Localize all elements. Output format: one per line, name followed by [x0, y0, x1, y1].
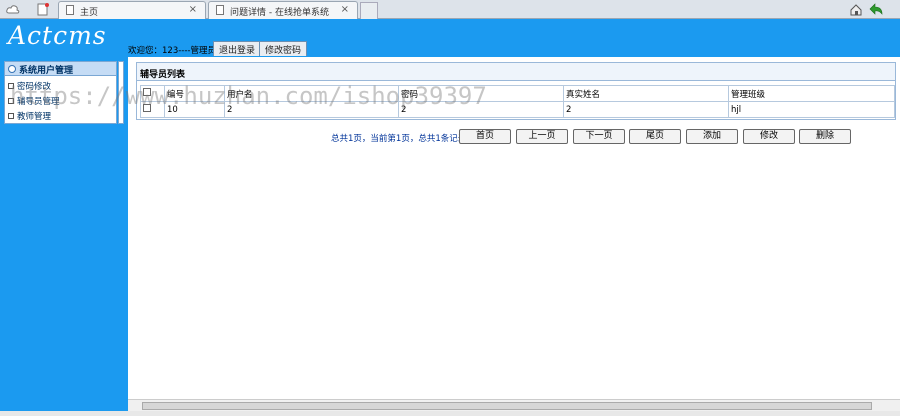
add-button[interactable]: 添加 — [686, 129, 738, 144]
sidebar-menu-header[interactable]: 系统用户管理 — [5, 62, 116, 76]
row-select-cell[interactable] — [140, 101, 165, 118]
page-icon — [216, 5, 224, 15]
counselor-table: 编号 用户名 密码 真实姓名 管理班级 10 2 2 2 hjl — [140, 85, 895, 118]
cell-username: 2 — [224, 101, 399, 118]
sidebar-item-counselors[interactable]: 辅导员管理 — [8, 95, 60, 107]
close-icon[interactable]: × — [341, 4, 349, 15]
table-header-row: 编号 用户名 密码 真实姓名 管理班级 — [140, 85, 895, 102]
pagination-info: 总共1页，当前第1页，总共1条记录 — [331, 134, 467, 144]
page-icon — [66, 5, 74, 15]
sidebar-item-teachers[interactable]: 教师管理 — [8, 110, 52, 122]
status-bar — [0, 411, 900, 416]
scrollbar-thumb[interactable] — [142, 402, 872, 410]
new-tab-button[interactable] — [360, 2, 378, 19]
next-page-button[interactable]: 下一页 — [573, 129, 625, 144]
column-header: 真实姓名 — [563, 85, 729, 102]
panel-title: 辅导员列表 — [140, 70, 186, 80]
home-icon[interactable] — [849, 3, 863, 16]
app-header: Actcms 欢迎您：123----管理员 退出登录 修改密码 — [0, 19, 900, 57]
close-icon[interactable]: × — [189, 4, 197, 15]
delete-button[interactable]: 删除 — [799, 129, 851, 144]
collapse-icon — [8, 65, 16, 73]
panel-header: 辅导员列表 — [137, 63, 895, 81]
sidebar-item-password[interactable]: 密码修改 — [8, 80, 52, 92]
browser-tab-bar: 主页 × 问题详情 - 在线抢单系统 × — [0, 0, 900, 19]
notes-icon[interactable] — [36, 3, 50, 16]
cell-class: hjl — [728, 101, 895, 118]
prev-page-button[interactable]: 上一页 — [516, 129, 568, 144]
last-page-button[interactable]: 尾页 — [629, 129, 681, 144]
column-header: 管理班级 — [728, 85, 895, 102]
tab-title: 问题详情 - 在线抢单系统 — [230, 8, 329, 18]
square-bullet-icon — [8, 113, 14, 119]
horizontal-scrollbar[interactable] — [128, 399, 900, 411]
sidebar-menu-title: 系统用户管理 — [19, 66, 74, 76]
counselor-list-panel: 辅导员列表 编号 用户名 密码 真实姓名 管理班级 10 2 2 2 hjl — [136, 62, 896, 120]
cloud-icon[interactable] — [6, 3, 20, 16]
sidebar-item-label: 辅导员管理 — [17, 97, 60, 107]
sidebar-item-label: 密码修改 — [17, 82, 52, 92]
square-bullet-icon — [8, 83, 14, 89]
app-logo: Actcms — [8, 21, 107, 50]
checkbox[interactable] — [143, 104, 151, 112]
sidebar-menu: 系统用户管理 密码修改 辅导员管理 教师管理 — [4, 61, 117, 124]
sidebar-item-label: 教师管理 — [17, 112, 52, 122]
cell-id: 10 — [164, 101, 225, 118]
sidebar-splitter[interactable] — [118, 61, 124, 124]
logout-button[interactable]: 退出登录 — [213, 41, 262, 56]
column-header: 用户名 — [224, 85, 399, 102]
tab-title: 主页 — [80, 8, 99, 18]
square-bullet-icon — [8, 98, 14, 104]
welcome-text: 欢迎您：123----管理员 — [128, 46, 216, 56]
select-all-cell[interactable] — [140, 85, 165, 102]
table-row[interactable]: 10 2 2 2 hjl — [140, 101, 895, 118]
tab-home[interactable]: 主页 × — [58, 1, 206, 19]
change-password-button[interactable]: 修改密码 — [259, 41, 308, 56]
checkbox[interactable] — [143, 88, 151, 96]
first-page-button[interactable]: 首页 — [459, 129, 511, 144]
back-arrow-icon[interactable] — [869, 3, 883, 16]
cell-realname: 2 — [563, 101, 729, 118]
cell-password: 2 — [398, 101, 564, 118]
tab-question-detail[interactable]: 问题详情 - 在线抢单系统 × — [208, 1, 358, 19]
column-header: 编号 — [164, 85, 225, 102]
edit-button[interactable]: 修改 — [743, 129, 795, 144]
column-header: 密码 — [398, 85, 564, 102]
